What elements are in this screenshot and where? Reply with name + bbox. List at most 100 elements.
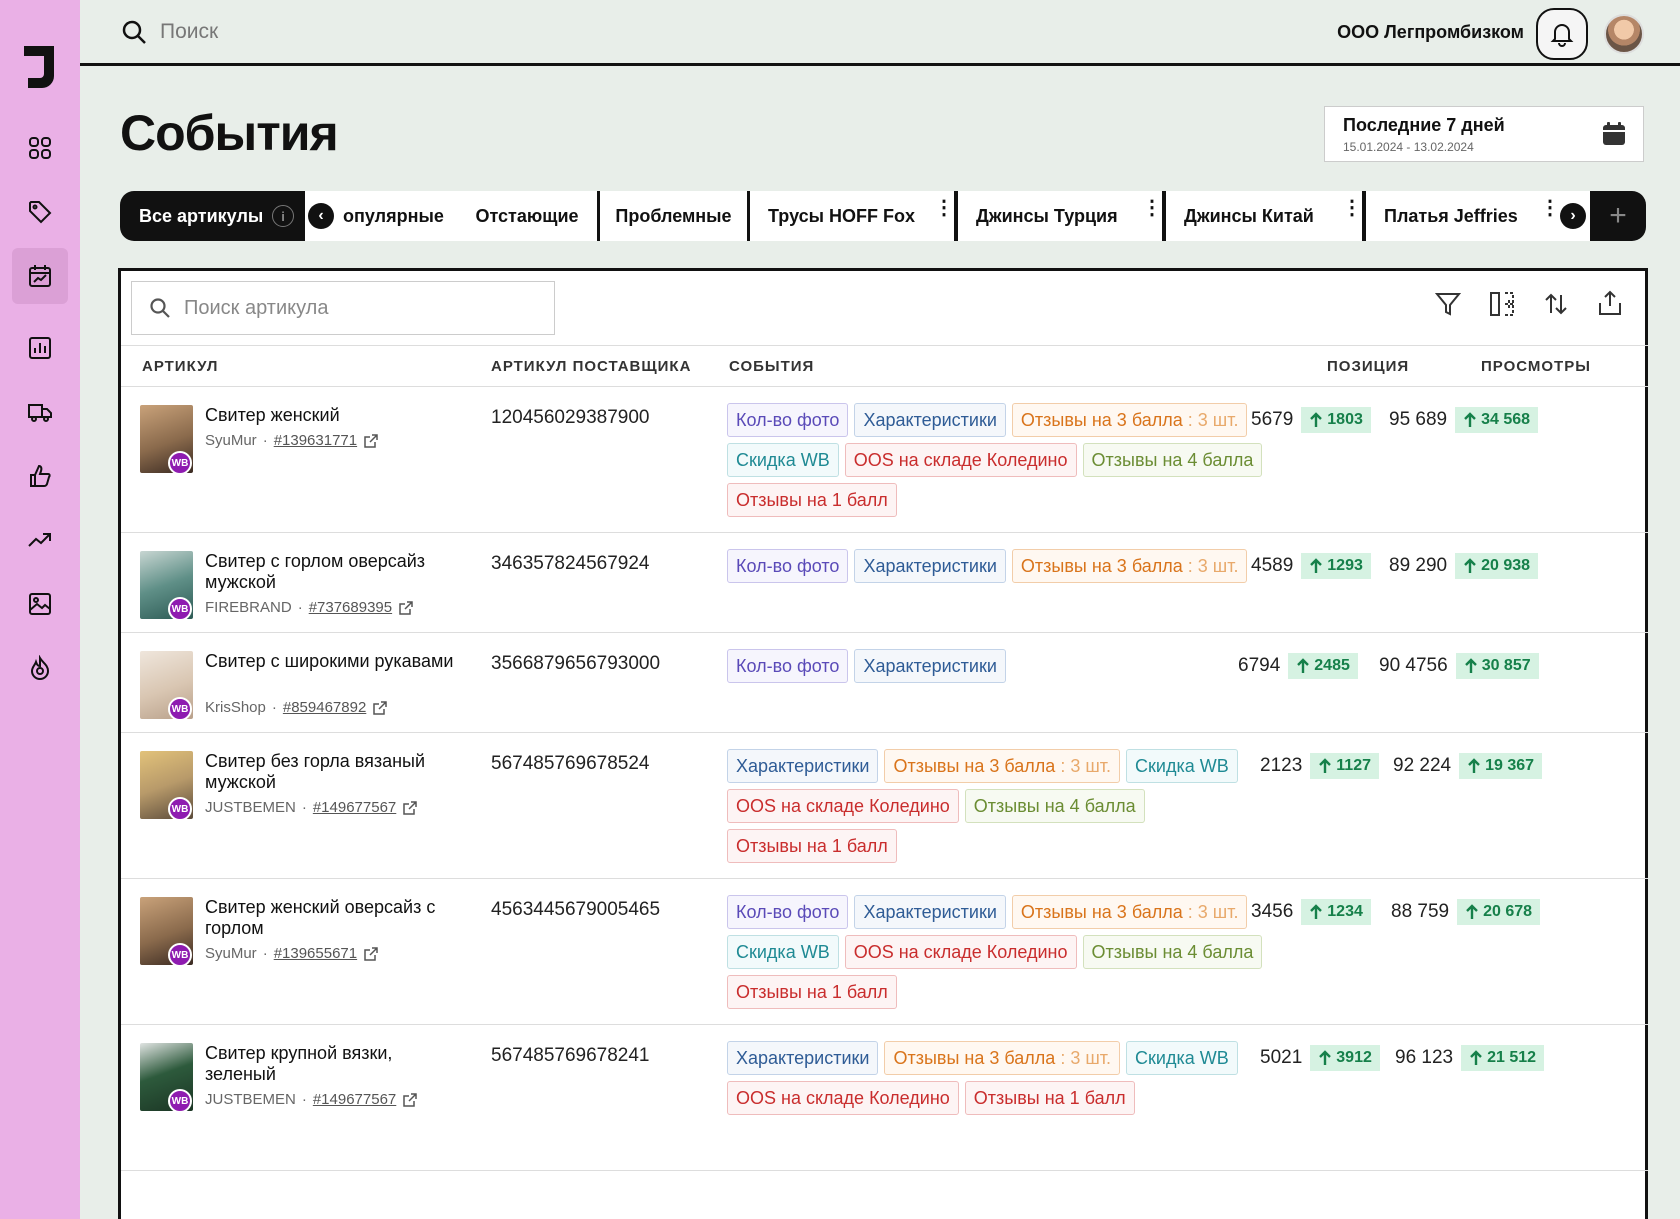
event-chip[interactable]: Отзывы на 3 балла : 3 шт. <box>1011 895 1248 929</box>
article-search-input[interactable] <box>184 296 544 320</box>
avatar[interactable] <box>1604 14 1644 54</box>
tab-menu-icon[interactable]: ⋮ <box>1540 198 1560 218</box>
table-row[interactable]: WB Свитер с широкими рукавами KrisShop · #85… <box>121 633 1648 733</box>
nav-tags[interactable] <box>12 184 68 240</box>
nav-events[interactable] <box>12 248 68 304</box>
product-name[interactable]: Свитер женский <box>205 405 465 426</box>
notifications-button[interactable] <box>1536 8 1588 60</box>
period-selector[interactable]: Последние 7 дней 15.01.2024 - 13.02.2024 <box>1324 106 1644 162</box>
event-chip[interactable]: Отзывы на 1 балл <box>964 1081 1135 1115</box>
event-chip[interactable]: Отзывы на 4 балла <box>1082 935 1263 969</box>
event-chip[interactable]: Характеристики <box>854 895 1006 929</box>
col-views[interactable]: ПРОСМОТРЫ <box>1481 358 1591 375</box>
tab-menu-icon[interactable]: ⋮ <box>1142 198 1162 218</box>
nav-trends[interactable] <box>12 512 68 568</box>
tab-jeans-turkey[interactable]: Джинсы Турция ⋮ <box>958 191 1162 241</box>
product-id-link[interactable]: #139631771 <box>274 432 357 449</box>
table-row[interactable]: WB Свитер женский оверсайз с горлом SyuMur… <box>121 879 1648 1025</box>
nav-hot[interactable] <box>12 640 68 696</box>
tab-menu-icon[interactable]: ⋮ <box>1342 198 1362 218</box>
event-chip[interactable]: Отзывы на 4 балла <box>964 789 1145 823</box>
tab-lagging[interactable]: Отстающие <box>457 191 597 241</box>
event-chip[interactable]: Кол-во фото <box>727 895 849 929</box>
event-chip[interactable]: Характеристики <box>854 549 1006 583</box>
product-id-link[interactable]: #149677567 <box>313 1091 396 1108</box>
table-row[interactable]: WB Свитер крупной вязки, зеленый JUSTBEMEN… <box>121 1025 1648 1171</box>
logo[interactable] <box>20 42 60 92</box>
nav-reviews[interactable] <box>12 448 68 504</box>
nav-dashboard[interactable] <box>12 120 68 176</box>
tabs-prev-button[interactable]: ‹ <box>308 203 334 229</box>
product-id-link[interactable]: #859467892 <box>283 699 366 716</box>
export-button[interactable] <box>1595 289 1625 319</box>
tab-menu-icon[interactable]: ⋮ <box>934 198 954 218</box>
tab-hoff-fox[interactable]: Трусы HOFF Fox ⋮ <box>750 191 954 241</box>
event-chip[interactable]: Кол-во фото <box>727 649 849 683</box>
event-chip[interactable]: OOS на складе Коледино <box>727 1081 959 1115</box>
event-chip[interactable]: Характеристики <box>854 403 1006 437</box>
product-name[interactable]: Свитер крупной вязки, зеленый <box>205 1043 465 1085</box>
info-icon[interactable]: i <box>272 205 294 227</box>
event-chip[interactable]: Скидка WB <box>1126 1041 1238 1075</box>
product-id-link[interactable]: #149677567 <box>313 799 396 816</box>
views-delta: 21 512 <box>1461 1045 1545 1071</box>
product-id-link[interactable]: #737689395 <box>309 599 392 616</box>
add-tab-button[interactable]: + <box>1590 191 1646 241</box>
table-row[interactable]: WB Свитер с горлом оверсайз мужской FIREBR… <box>121 533 1648 633</box>
event-chip[interactable]: Характеристики <box>854 649 1006 683</box>
product-id-link[interactable]: #139655671 <box>274 945 357 962</box>
event-chip[interactable]: Отзывы на 3 балла : 3 шт. <box>884 749 1121 783</box>
event-chip[interactable]: Отзывы на 3 балла : 3 шт. <box>884 1041 1121 1075</box>
company-name[interactable]: ООО Легпромбизком <box>1337 22 1524 43</box>
event-chip[interactable]: Отзывы на 1 балл <box>727 483 897 517</box>
event-chip[interactable]: Кол-во фото <box>727 549 849 583</box>
tab-jeans-china[interactable]: Джинсы Китай ⋮ <box>1166 191 1362 241</box>
col-events[interactable]: СОБЫТИЯ <box>729 358 814 375</box>
tab-jeffries[interactable]: Платья Jeffries ⋮ <box>1366 191 1590 241</box>
tabs-next-button[interactable]: › <box>1560 203 1586 229</box>
col-supplier-article[interactable]: АРТИКУЛ ПОСТАВЩИКА <box>491 358 691 375</box>
external-link-icon[interactable] <box>363 946 379 962</box>
external-link-icon[interactable] <box>402 800 418 816</box>
event-chip[interactable]: Отзывы на 3 балла : 3 шт. <box>1011 403 1248 437</box>
global-search[interactable]: Поиск <box>120 18 218 46</box>
event-chip[interactable]: OOS на складе Коледино <box>727 789 959 823</box>
product-name[interactable]: Свитер женский оверсайз с горлом <box>205 897 465 939</box>
event-chip[interactable]: Скидка WB <box>727 443 839 477</box>
external-link-icon[interactable] <box>363 433 379 449</box>
external-link-icon[interactable] <box>402 1092 418 1108</box>
product-name[interactable]: Свитер с широкими рукавами <box>205 651 465 672</box>
nav-media[interactable] <box>12 576 68 632</box>
event-chip[interactable]: Скидка WB <box>727 935 839 969</box>
nav-analytics[interactable] <box>12 320 68 376</box>
external-link-icon[interactable] <box>398 600 414 616</box>
col-position[interactable]: ПОЗИЦИЯ <box>1327 358 1409 375</box>
product-name[interactable]: Свитер без горла вязаный мужской <box>205 751 465 793</box>
table-row[interactable]: WB Свитер женский SyuMur · #139631771 1204560… <box>121 387 1648 533</box>
nav-delivery[interactable] <box>12 384 68 440</box>
event-chip[interactable]: Отзывы на 4 балла <box>1082 443 1263 477</box>
trend-up-icon <box>28 533 51 547</box>
event-label: Кол-во фото <box>736 902 840 922</box>
event-chip[interactable]: Отзывы на 3 балла : 3 шт. <box>1011 549 1248 583</box>
event-chip[interactable]: Характеристики <box>727 749 879 783</box>
filter-button[interactable] <box>1433 289 1463 319</box>
event-chip[interactable]: OOS на складе Коледино <box>844 935 1077 969</box>
sort-button[interactable] <box>1541 289 1571 319</box>
tab-problem[interactable]: Проблемные <box>600 191 747 241</box>
tab-all-articles[interactable]: Все артикулы i <box>120 191 305 241</box>
event-chip[interactable]: Характеристики <box>727 1041 879 1075</box>
event-chip[interactable]: Скидка WB <box>1126 749 1238 783</box>
seller-name: SyuMur <box>205 432 257 449</box>
product-name[interactable]: Свитер с горлом оверсайз мужской <box>205 551 465 593</box>
table-row[interactable]: WB Свитер без горла вязаный мужской JUSTBE… <box>121 733 1648 879</box>
event-label: Скидка WB <box>736 942 830 962</box>
event-chip[interactable]: Кол-во фото <box>727 403 849 437</box>
event-chip[interactable]: Отзывы на 1 балл <box>727 975 897 1009</box>
columns-button[interactable] <box>1487 289 1517 319</box>
col-article[interactable]: АРТИКУЛ <box>142 358 218 375</box>
external-link-icon[interactable] <box>372 700 388 716</box>
position-delta: 1293 <box>1301 553 1371 579</box>
event-chip[interactable]: OOS на складе Коледино <box>844 443 1077 477</box>
event-chip[interactable]: Отзывы на 1 балл <box>727 829 897 863</box>
